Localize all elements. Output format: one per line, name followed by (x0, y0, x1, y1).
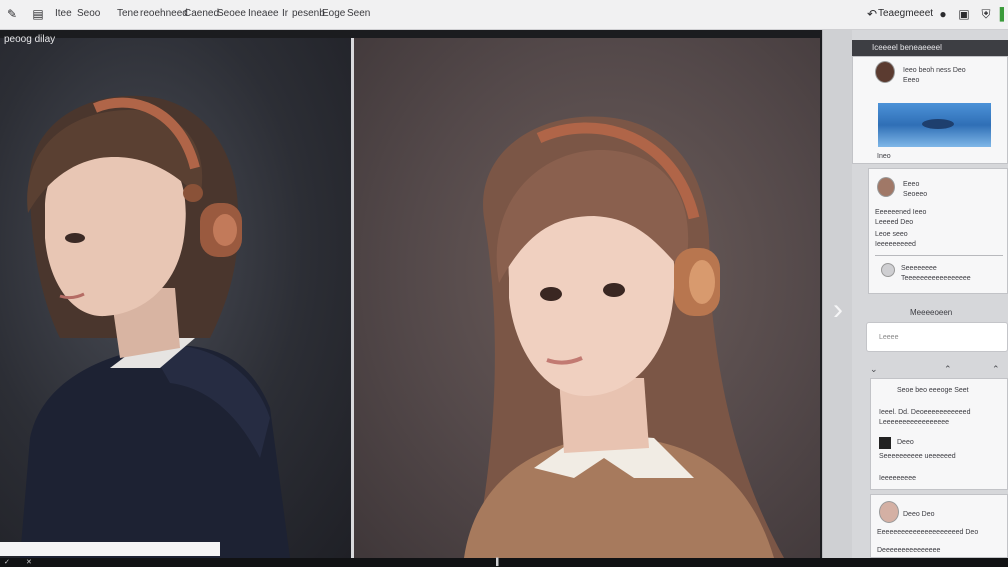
avatar (877, 177, 895, 197)
chevron-up-icon[interactable]: ⌃ (992, 364, 1000, 375)
menu-item-10[interactable]: Eoge (322, 8, 345, 19)
layers-icon[interactable]: ▤ (30, 6, 46, 22)
right-image-pane[interactable] (354, 38, 820, 558)
scroll-handle-icon[interactable]: ▌ (496, 558, 501, 567)
card2-line5: Leoe seeo (875, 231, 908, 238)
card4-line3: Deeeeeeeeeeeeeee (877, 547, 941, 554)
chevron-icon[interactable]: ✓ (4, 558, 10, 567)
card4-line2: Eeeeeeeeeeeeeeeeeeeeed Deo (877, 529, 979, 536)
avatar (881, 263, 895, 277)
image-canvas[interactable]: peoog dilay (0, 30, 822, 558)
menu-item-2[interactable]: Seoo (77, 8, 100, 19)
avatar (875, 61, 895, 83)
left-image-pane[interactable] (0, 38, 351, 558)
card1-caption: Ineo (877, 153, 891, 160)
list-item[interactable]: Leeeeeeeeeeeeeeeee (879, 419, 949, 426)
chevron-up-icon[interactable]: ⌃ (944, 364, 952, 375)
card1-line2: Eeeo (903, 77, 920, 84)
history-card-3[interactable]: Deeo Deo Eeeeeeeeeeeeeeeeeeeeed Deo Deee… (870, 494, 1008, 558)
card3-line2: Teeeeeeeeeeeeeeeee (901, 275, 971, 282)
panel-toggle-column: › (822, 30, 852, 558)
card4-line1: Deeo Deo (903, 511, 935, 518)
collapse-icon[interactable]: ⌄ (870, 364, 878, 375)
card2-line6: Ieeeeeeeeed (875, 241, 916, 248)
menu-item-4[interactable]: reoehneed (140, 8, 188, 19)
search-input[interactable]: Leeee (866, 322, 1008, 352)
list-item[interactable]: Ieeeeeeeee (879, 475, 916, 482)
panel-header: Iceeeel beneaeeeel (852, 40, 1008, 56)
settings-list-card[interactable]: Seoe beo eeeoge Seet Ieeel. Dd. Deoeeeee… (870, 378, 1008, 490)
history-card-2[interactable]: Eeeo Seoeeo Eeeeeened Ieeo Leeeed Deo Le… (868, 168, 1008, 294)
close-icon[interactable]: ✕ (26, 558, 32, 567)
chevron-right-icon[interactable]: › (829, 292, 847, 328)
save-icon[interactable]: ▣ (956, 6, 972, 22)
pen-icon[interactable]: ✎ (4, 6, 20, 22)
right-portrait-image (464, 116, 784, 558)
menu-item-1[interactable]: Itee (55, 8, 72, 19)
menu-item-11[interactable]: Seen (347, 8, 370, 19)
list-item[interactable]: Seeeeeeeeee ueeeeeed (879, 453, 956, 460)
status-strip (0, 542, 220, 556)
shield-icon[interactable]: ⛨ (978, 6, 994, 22)
menu-item-8[interactable]: Ir (282, 8, 288, 19)
menu-item-3[interactable]: Tene (117, 8, 139, 19)
menu-item-9[interactable]: pesenb (292, 8, 325, 19)
settings-icon[interactable]: ● (935, 6, 951, 22)
card1-line1: Ieeo beoh ness Deo (903, 67, 966, 74)
preview-thumbnail[interactable] (878, 103, 991, 147)
section-title: Meeeeoeen (910, 308, 953, 317)
card2-line1: Eeeo (903, 181, 920, 188)
card2-line4: Leeeed Deo (875, 219, 914, 226)
list-title: Seoe beo eeeoge Seet (897, 387, 969, 394)
card3-line1: Seeeeeeee (901, 265, 937, 272)
list-item[interactable]: Deeo (897, 439, 914, 446)
bottom-status-bar: ✓ ✕ ▌ (0, 558, 1008, 567)
search-placeholder: Leeee (879, 334, 899, 341)
workspace-label[interactable]: Teaegmeeet (878, 8, 933, 19)
card2-line3: Eeeeeened Ieeo (875, 209, 927, 216)
menu-item-7[interactable]: Ineaee (248, 8, 279, 19)
menu-item-5[interactable]: Caened (184, 8, 219, 19)
card2-line2: Seoeeo (903, 191, 928, 198)
top-toolbar: ✎ ▤ Itee Seoo Tene reoehneed Caened Seoe… (0, 0, 1008, 30)
history-card-1[interactable]: Ieeo beoh ness Deo Eeeo Ineo (852, 56, 1008, 164)
list-item[interactable]: Ieeel. Dd. Deoeeeeeeeeeeed (879, 409, 970, 416)
divider (875, 255, 1003, 256)
avatar (879, 501, 899, 523)
side-panel: Iceeeel beneaeeeel Ieeo beoh ness Deo Ee… (852, 30, 1008, 558)
menu-item-6[interactable]: Seoee (217, 8, 246, 19)
color-swatch[interactable] (879, 437, 891, 449)
left-portrait-image (20, 95, 290, 558)
canvas-title: peoog dilay (4, 34, 56, 45)
status-indicator-icon: ▌ (999, 7, 1008, 21)
